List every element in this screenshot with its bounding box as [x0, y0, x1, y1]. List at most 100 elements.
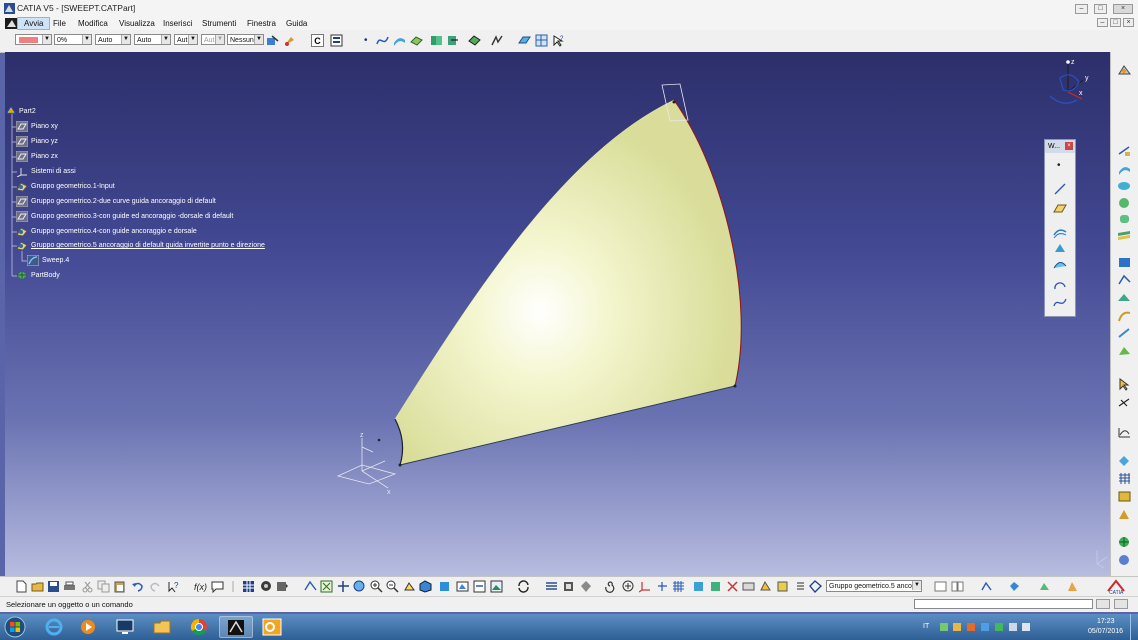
point-icon[interactable]: • [364, 35, 368, 46]
catalog-icon[interactable] [260, 580, 273, 593]
properties-panel-icon[interactable] [330, 34, 343, 47]
line-tool-icon[interactable] [1053, 182, 1067, 196]
clock-time[interactable]: 17:23 [1097, 618, 1115, 625]
save-icon[interactable] [47, 580, 60, 593]
color-select[interactable]: ▼ [15, 34, 52, 45]
hide-show-icon[interactable] [456, 580, 469, 593]
sweep-tool-icon[interactable] [1117, 310, 1132, 323]
cylinder-icon[interactable] [1117, 212, 1132, 225]
print-icon[interactable] [63, 580, 76, 593]
sketch-analysis-icon[interactable] [1117, 426, 1132, 439]
cut-icon[interactable] [81, 580, 94, 593]
normal-view-icon[interactable] [403, 580, 416, 593]
windows-start-icon[interactable] [3, 616, 27, 638]
fill-icon[interactable] [1117, 256, 1132, 269]
sphere-icon[interactable] [1117, 196, 1132, 209]
tools-palette-icon[interactable] [1008, 580, 1021, 593]
tray-app-icon[interactable] [995, 623, 1003, 631]
measure-icon[interactable] [1117, 396, 1132, 409]
taskbar-desktop[interactable] [108, 616, 142, 638]
status-button-2[interactable] [1114, 599, 1128, 609]
rotate-icon[interactable] [353, 580, 366, 593]
sketcher-icon[interactable] [1117, 144, 1132, 157]
grid-points-icon[interactable] [1117, 472, 1132, 485]
analysis-icon[interactable] [490, 34, 503, 47]
grid-icon[interactable] [535, 34, 548, 47]
taskbar-internet-explorer[interactable] [37, 616, 71, 638]
command-input[interactable] [914, 599, 1093, 609]
transparency-select[interactable]: 0% ▼ [54, 34, 92, 45]
workbench-icon[interactable] [1117, 64, 1132, 77]
knowledge-expert-icon[interactable] [622, 580, 635, 593]
spiral-icon[interactable] [604, 580, 617, 593]
compass[interactable]: z y x [1049, 59, 1089, 104]
create-datum-icon[interactable] [726, 580, 739, 593]
update-icon[interactable] [517, 580, 530, 593]
layer-select[interactable]: Nessun ▼ [227, 34, 264, 45]
window-close-button[interactable]: × [1113, 4, 1133, 14]
join-icon[interactable] [430, 34, 443, 47]
translate-icon[interactable] [446, 34, 459, 47]
work-on-support-icon[interactable] [656, 580, 669, 593]
keep-mode-icon[interactable] [742, 580, 755, 593]
datum-icon[interactable] [276, 580, 289, 593]
painter-icon[interactable] [266, 34, 279, 47]
clock-date[interactable]: 05/07/2016 [1088, 628, 1123, 635]
trim-icon[interactable] [1117, 345, 1132, 358]
window-minimize-button[interactable]: – [1075, 4, 1088, 14]
intersection-tool-icon[interactable] [1053, 242, 1067, 255]
status-button-1[interactable] [1096, 599, 1110, 609]
taskbar-file-explorer[interactable] [145, 616, 179, 638]
tray-app-icon[interactable] [953, 623, 961, 631]
redo-icon[interactable] [149, 580, 162, 593]
line-type-select[interactable]: Auto ▼ [134, 34, 171, 45]
projection-tool-icon[interactable] [1053, 226, 1067, 239]
menu-visualizza[interactable]: Visualizza [119, 19, 155, 28]
menu-file[interactable]: File [53, 19, 66, 28]
network-icon[interactable] [1009, 623, 1017, 631]
snap-point-icon[interactable] [709, 580, 722, 593]
extrude-surface-icon[interactable] [393, 34, 406, 47]
doc-minimize-button[interactable]: – [1097, 18, 1108, 27]
offset-surface-icon[interactable] [1117, 228, 1132, 241]
tools-icon[interactable] [562, 580, 575, 593]
tray-app-icon[interactable] [981, 623, 989, 631]
help-pointer-icon[interactable]: ? [552, 34, 565, 47]
insert-mode-icon[interactable] [759, 580, 772, 593]
body-icon[interactable] [580, 580, 593, 593]
set-current-icon[interactable] [809, 580, 822, 593]
menu-finestra[interactable]: Finestra [247, 19, 276, 28]
zoom-out-icon[interactable] [386, 580, 399, 593]
taskbar-chrome[interactable] [182, 616, 216, 638]
layout-icon[interactable] [934, 580, 947, 593]
std-tool-icon[interactable] [980, 580, 993, 593]
table-icon[interactable] [242, 580, 255, 593]
undo-icon[interactable] [131, 580, 144, 593]
swap-space-icon[interactable] [473, 580, 486, 593]
formula-icon[interactable]: f(x) [194, 580, 207, 593]
fly-mode-icon[interactable] [304, 580, 317, 593]
taskbar-media-player[interactable] [71, 616, 105, 638]
show-desktop-button[interactable] [1130, 614, 1138, 640]
hybrid-design-icon[interactable] [545, 580, 558, 593]
blend-icon[interactable] [1117, 292, 1132, 305]
whats-this-icon[interactable]: ? [167, 580, 180, 593]
spline-tool-icon[interactable] [1053, 296, 1067, 309]
select-icon[interactable] [1117, 378, 1132, 391]
circle-tool-icon[interactable] [1053, 280, 1067, 293]
plane-system-icon[interactable] [692, 580, 705, 593]
new-file-icon[interactable] [15, 580, 28, 593]
boundary-icon[interactable] [468, 34, 481, 47]
taskbar-catia[interactable] [219, 616, 253, 638]
material-icon[interactable] [1117, 490, 1132, 503]
plane-tool-icon[interactable] [1053, 202, 1067, 214]
offset-tool-icon[interactable] [1053, 258, 1067, 271]
multi-section-icon[interactable] [1117, 274, 1132, 287]
sweep-surface[interactable] [394, 99, 742, 466]
menu-guida[interactable]: Guida [286, 19, 307, 28]
iso-view-icon[interactable] [419, 580, 432, 593]
doc-restore-button[interactable]: □ [1110, 18, 1121, 27]
list-icon[interactable] [794, 580, 807, 593]
extrude-icon[interactable] [1117, 163, 1132, 176]
fit-all-icon[interactable] [320, 580, 333, 593]
